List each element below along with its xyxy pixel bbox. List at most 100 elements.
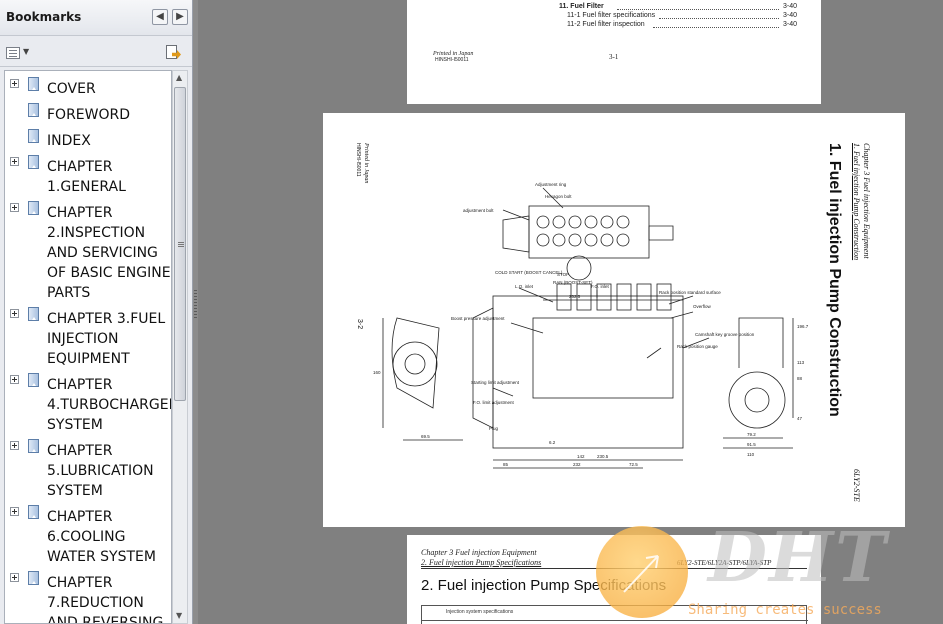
chapter-ref: Chapter 3 Fuel injection Equipment [862,143,871,259]
expand-icon[interactable] [10,203,19,212]
callout-label: Hexagon bolt [545,194,572,199]
dimension-label: 113 [797,360,805,365]
bookmark-label[interactable]: COVER [47,79,171,99]
expand-icon[interactable] [10,79,19,88]
bookmark-icon [28,129,39,143]
bookmark-icon [28,505,39,519]
callout-label: F.O. inlet [591,284,610,289]
bookmark-label[interactable]: FOREWORD [47,105,171,125]
callout-label: STOP [557,272,569,277]
end-view-right-flange [728,371,786,429]
drive-shaft [648,225,674,241]
end-view-right-hub [744,387,770,413]
plunger-row [536,215,630,247]
model-line: 6LY2-STE/6LY2A-STP/6LYA-STP [677,559,772,567]
bookmark-label[interactable]: INDEX [47,131,171,151]
bookmark-icon [28,103,39,117]
governor-housing [502,215,530,253]
callout-label: F.O. limit adjustment [473,400,515,405]
expand-icon[interactable] [10,157,19,166]
stop-lever [566,255,592,281]
fuel-pump-diagram: Adjustment ring Hexagon bolt adjustment bo… [373,182,809,469]
bookmark-label[interactable]: CHAPTER 7.REDUCTION AND REVERSING [47,573,171,623]
end-view-left [391,317,440,409]
callout-label: L.O. inlet [515,284,534,289]
table-caption: Injection system specifications [446,609,514,615]
pump-housing [532,317,674,399]
sub-ref: 1. Fuel injection Pump Construction [852,143,861,261]
bookmark-label[interactable]: CHAPTER 3.FUEL INJECTION EQUIPMENT [47,309,171,369]
governor-end [472,307,494,429]
end-view-left-hub [404,353,426,375]
scroll-up-icon[interactable]: ▲ [176,73,182,82]
dimension-label: 142 [577,454,585,459]
toc-page: 3-40 [783,12,798,19]
bookmark-icon [28,373,39,387]
toc-page: 3-40 [783,21,798,28]
dimension-label: 69.5 [421,434,430,439]
bookmark-icon [28,77,39,91]
chevron-down-icon: ▼ [23,47,30,56]
dimension-label: 230.5 [597,454,609,459]
expand-icon[interactable] [10,441,19,450]
bookmark-icon [28,439,39,453]
bookmark-icon [28,307,39,321]
toc-entry[interactable]: 11. Fuel Filter [559,3,604,10]
callout-label: Adjustment ring [535,182,567,187]
panel-splitter[interactable] [193,0,198,624]
dimension-lines [382,299,794,469]
dimension-label: 47 [797,416,803,421]
dimension-label: 6.2 [549,440,556,445]
toc-entry[interactable]: 11-1 Fuel filter specifications [567,12,655,19]
document-page: Chapter 3 Fuel injection Equipment 2. Fu… [407,535,821,624]
bookmark-label[interactable]: CHAPTER 2.INSPECTION AND SERVICING OF BA… [47,203,171,303]
section-heading: 2. Fuel injection Pump Specifications [421,577,667,594]
list-options-icon [6,47,20,59]
expand-icon[interactable] [10,507,19,516]
dimension-label: 72.5 [629,462,638,467]
bookmark-label[interactable]: CHAPTER 4.TURBOCHARGER SYSTEM [47,375,171,435]
expand-icon[interactable] [10,309,19,318]
new-bookmark-button[interactable] [164,44,182,62]
collapse-panel-button[interactable]: ◀ [152,9,168,25]
bookmark-label[interactable]: CHAPTER 5.LUBRICATION SYSTEM [47,441,171,501]
dimension-label: 232 [573,462,581,467]
expand-icon[interactable] [10,375,19,384]
section-line: 2. Fuel injection Pump Specifications [421,558,542,567]
bookmark-label[interactable]: CHAPTER 1.GENERAL [47,157,171,197]
callout-label: Starting limit adjustment [471,380,520,385]
grip-icon [178,242,184,243]
dimension-label: 110 [747,452,755,457]
toc-leader [659,18,779,19]
pump-top-body [528,205,650,259]
toc-leader [653,27,779,28]
callout-label: Overflow [693,304,712,309]
scroll-down-icon[interactable]: ▼ [176,611,182,620]
spec-table: Injection system specifications [421,605,808,624]
bookmark-label[interactable]: CHAPTER 6.COOLING WATER SYSTEM [47,507,171,567]
callout-label: Rack position standard surface [659,290,721,295]
scrollbar-thumb[interactable] [174,87,186,401]
expand-panel-button[interactable]: ▶ [172,9,188,25]
bookmarks-scrollbar[interactable]: ▲ ▼ [172,70,188,624]
bookmark-icon [28,155,39,169]
document-page: 1. Fuel injection Pump Construction Chap… [323,113,905,527]
table-row [422,620,808,621]
model-ref: 6LY2-STE [852,469,861,502]
toc-entry[interactable]: 11-2 Fuel filter inspection [567,21,645,28]
dimension-label: 91.5 [747,442,756,447]
callout-label: Rack position gauge [677,344,718,349]
expand-icon[interactable] [10,573,19,582]
document-page: 11. Fuel Filter 3-40 11-1 Fuel filter sp… [407,0,821,104]
callout-label: Plug [489,426,499,431]
toc-page: 3-40 [783,3,798,10]
bookmark-icon [28,571,39,585]
doc-code: HINSHI-I50011 [435,57,469,63]
callout-label: RAN (BOOST-SET) [553,280,593,285]
options-menu-button[interactable]: ▼ [6,45,32,61]
bookmarks-header: Bookmarks ◀ ▶ [0,0,192,36]
callout-label: adjustment bolt [463,208,494,213]
grip-icon [194,290,197,320]
bookmarks-panel: Bookmarks ◀ ▶ ▼ COVER FOREWORD INDEX CHA… [0,0,193,624]
toc-leader [617,9,779,10]
